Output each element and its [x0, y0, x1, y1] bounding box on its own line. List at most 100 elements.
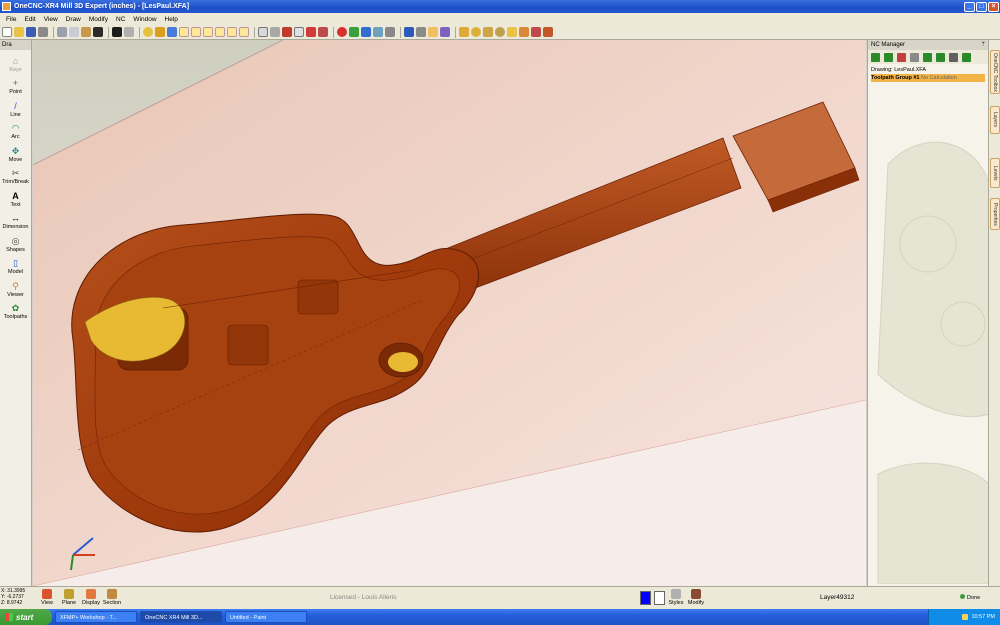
section-button[interactable]: Section — [101, 589, 123, 608]
revolve-icon[interactable] — [440, 27, 450, 37]
tab-onecnc-toolbox[interactable]: OneCNC Toolbox — [990, 50, 1000, 94]
nc-verify-icon[interactable] — [923, 52, 932, 62]
palette-label: Text — [10, 201, 21, 208]
nc-select-icon[interactable] — [910, 52, 919, 62]
color-swatch-secondary[interactable] — [654, 591, 665, 605]
close-button[interactable]: × — [988, 1, 999, 12]
zoom-window-icon[interactable] — [179, 27, 189, 37]
table-icon[interactable] — [294, 27, 304, 37]
palette-text[interactable]: A Text — [0, 185, 31, 208]
checker-icon[interactable] — [318, 27, 328, 37]
open-folder-icon[interactable] — [14, 27, 24, 37]
zoom-in-icon[interactable] — [191, 27, 201, 37]
plane-button[interactable]: Plane — [58, 589, 80, 608]
zoom-previous-icon[interactable] — [227, 27, 237, 37]
menu-draw[interactable]: Draw — [62, 16, 85, 23]
pyramid-icon[interactable] — [531, 27, 541, 37]
palette-toolpaths[interactable]: ✿ Toolpaths — [0, 298, 31, 320]
nc-simulate-icon[interactable] — [936, 52, 945, 62]
zoom-all-icon[interactable] — [215, 27, 225, 37]
palette-viewer[interactable]: ⚲ Viewer — [0, 275, 31, 298]
tab-layers[interactable]: Layers — [990, 106, 1000, 134]
print-icon[interactable] — [38, 27, 48, 37]
wedge-icon[interactable] — [519, 27, 529, 37]
cube-icon[interactable] — [459, 27, 469, 37]
palette-move[interactable]: ✥ Move — [0, 140, 31, 163]
nc-settings-icon[interactable] — [962, 52, 971, 62]
nc-post-icon[interactable] — [949, 52, 958, 62]
start-button[interactable]: start — [0, 609, 52, 625]
tab-levels[interactable]: Levels — [990, 158, 1000, 188]
render-icon[interactable] — [349, 27, 359, 37]
delete-icon[interactable] — [93, 27, 103, 37]
menu-edit[interactable]: Edit — [20, 16, 39, 23]
cone-icon[interactable] — [483, 27, 493, 37]
grid-icon[interactable] — [258, 27, 268, 37]
hatch-icon[interactable] — [270, 27, 280, 37]
zoom-out-icon[interactable] — [203, 27, 213, 37]
palette-dimension[interactable]: ↔ Dimension — [0, 208, 31, 230]
display-button[interactable]: Display — [80, 589, 102, 608]
undo-icon[interactable] — [112, 27, 122, 37]
palette-trim-break[interactable]: ✂ Trim/Break — [0, 163, 31, 185]
new-file-icon[interactable] — [2, 27, 12, 37]
menu-nc[interactable]: NC — [112, 16, 129, 23]
torus-icon[interactable] — [495, 27, 505, 37]
cylinder-icon[interactable] — [507, 27, 517, 37]
styles-button[interactable]: Styles — [665, 589, 687, 608]
measure-icon[interactable] — [385, 27, 395, 37]
palette-line[interactable]: / Line — [0, 95, 31, 118]
menu-window[interactable]: Window — [129, 16, 160, 23]
minimize-button[interactable]: _ — [964, 1, 975, 12]
layer-readout[interactable]: Layer49312 — [820, 594, 854, 601]
sphere-icon[interactable] — [471, 27, 481, 37]
menu-file[interactable]: File — [2, 16, 20, 23]
save-icon[interactable] — [26, 27, 36, 37]
palette-arc[interactable]: ◠ Arc — [0, 118, 31, 140]
paste-icon[interactable] — [81, 27, 91, 37]
tree-drawing[interactable]: Drawing: LesPaul.XFA — [871, 66, 985, 74]
shade-icon[interactable] — [361, 27, 371, 37]
fillet-icon[interactable] — [543, 27, 553, 37]
modify-button[interactable]: Modify — [685, 589, 707, 608]
palette-model[interactable]: ▯ Model — [0, 253, 31, 275]
app-icon[interactable] — [2, 2, 11, 11]
taskbar-item[interactable]: XFMP+ Workshop - T... — [55, 611, 137, 623]
wireframe-icon[interactable] — [373, 27, 383, 37]
solid-icon[interactable] — [404, 27, 414, 37]
zoom-extents-icon[interactable] — [239, 27, 249, 37]
menu-view[interactable]: View — [40, 16, 62, 23]
tab-properties[interactable]: Properties — [990, 198, 1000, 230]
matrix-icon[interactable] — [306, 27, 316, 37]
layers-icon[interactable] — [282, 27, 292, 37]
styles-icon — [671, 589, 681, 599]
extrude-icon[interactable] — [428, 27, 438, 37]
no-entry-icon[interactable] — [143, 27, 153, 37]
surface-icon[interactable] — [416, 27, 426, 37]
palette-point[interactable]: + Point — [0, 73, 31, 95]
view-button[interactable]: View — [36, 589, 58, 608]
menu-modify[interactable]: Modify — [85, 16, 112, 23]
taskbar-item[interactable]: OneCNC XR4 Mill 3D... — [140, 611, 222, 623]
clock: 10:57 PM — [971, 614, 995, 620]
nc-edit-icon[interactable] — [884, 52, 893, 62]
palette-keys[interactable]: ⌂ Keys — [0, 50, 31, 73]
taskbar-item[interactable]: Untitled - Paint — [225, 611, 307, 623]
nc-delete-icon[interactable] — [897, 52, 906, 62]
pencil-icon[interactable] — [167, 27, 177, 37]
nc-new-icon[interactable] — [871, 52, 880, 62]
stop-icon[interactable] — [337, 27, 347, 37]
3d-viewport[interactable] — [33, 40, 866, 586]
snap-icon[interactable] — [155, 27, 165, 37]
copy-icon[interactable] — [69, 27, 79, 37]
menu-help[interactable]: Help — [161, 16, 182, 23]
palette-shapes[interactable]: ◎ Shapes — [0, 230, 31, 253]
coord-z: Z: 8.9742 — [1, 600, 23, 606]
pin-icon[interactable]: ᛘ — [981, 40, 985, 50]
color-swatch-primary[interactable] — [640, 591, 651, 605]
maximize-button[interactable]: □ — [976, 1, 987, 12]
cut-icon[interactable] — [57, 27, 67, 37]
redo-icon[interactable] — [124, 27, 134, 37]
tray-icon[interactable] — [962, 614, 969, 620]
tree-toolpath-group[interactable]: Toolpath Group #1 No Calculation — [871, 74, 985, 82]
